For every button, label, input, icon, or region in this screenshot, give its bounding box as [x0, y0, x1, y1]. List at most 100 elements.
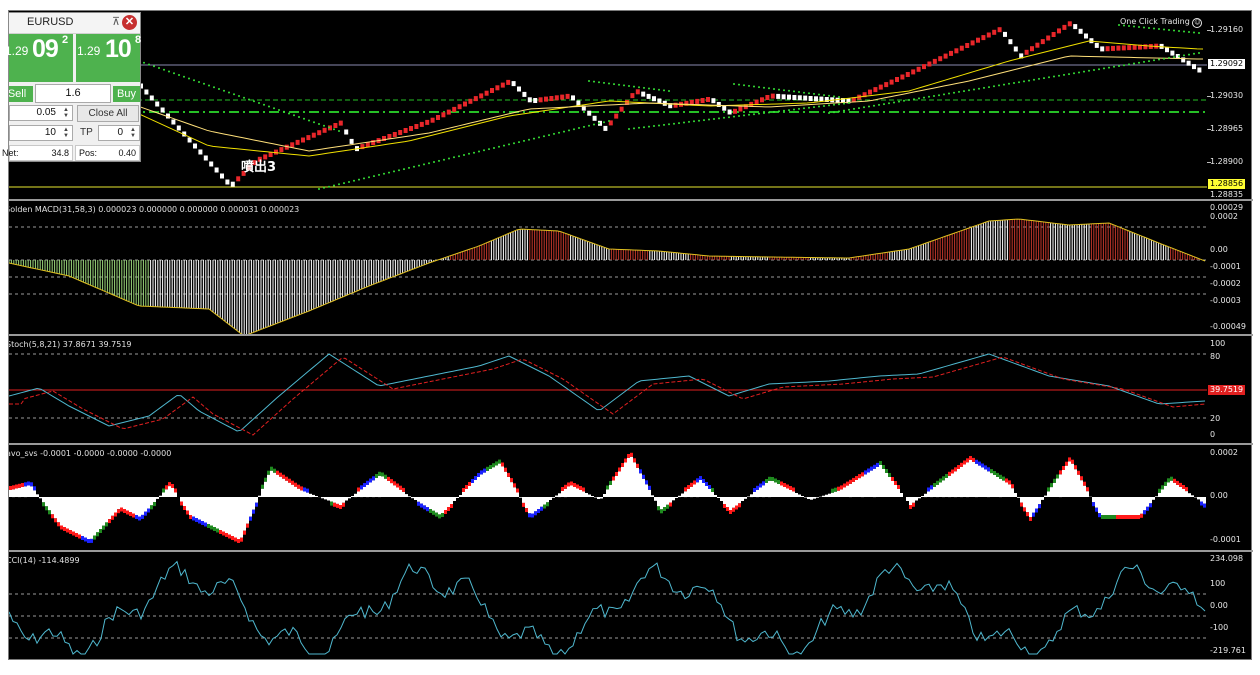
spin-arrows-icon[interactable]: ▲ ▼: [128, 127, 138, 139]
svs-bar: [609, 485, 612, 497]
buy-price-button[interactable]: 1.29 10 8: [76, 34, 141, 82]
trend-dot: [568, 129, 570, 132]
close-all-button[interactable]: Close All: [77, 105, 139, 122]
svs-cap: [957, 465, 960, 469]
svs-cap: [441, 513, 444, 517]
trade-panel-header[interactable]: EURUSD ⊼ ✕: [9, 13, 140, 34]
chart-annotation: 噴出3: [241, 160, 277, 175]
renko-brick: [544, 96, 548, 102]
renko-brick: [986, 32, 991, 38]
svs-cap: [777, 480, 780, 484]
trend-dot: [843, 109, 845, 112]
close-icon[interactable]: ✕: [122, 15, 137, 30]
svs-bar: [300, 490, 303, 497]
trend-dot: [453, 156, 455, 159]
svs-cap: [174, 488, 177, 493]
svs-cap: [930, 485, 933, 490]
svs-cap: [1086, 487, 1089, 492]
one-click-trading-label[interactable]: One Click Trading ☺: [1120, 17, 1203, 28]
trend-dot: [223, 89, 225, 92]
renko-brick: [338, 120, 343, 126]
trend-dot: [683, 121, 685, 124]
svs-bar: [510, 482, 513, 497]
renko-brick: [571, 95, 575, 101]
renko-brick: [1170, 50, 1175, 56]
chart-window[interactable]: One Click Trading ☺ 噴出3 1.29160 1.29030 …: [8, 10, 1253, 660]
svs-bar: [33, 490, 36, 497]
sell-price-button[interactable]: 1.29 09 2: [5, 34, 73, 82]
svs-cap: [96, 532, 99, 537]
svs-cap: [1122, 515, 1125, 519]
main-price-axis[interactable]: 1.29160 1.29030 1.28965 1.28900 1.28835 …: [1207, 11, 1252, 199]
lot-size-input[interactable]: 1.6: [35, 84, 111, 103]
svs-cap: [636, 463, 639, 468]
svs-cap: [372, 476, 375, 481]
spin-arrows-icon[interactable]: ▲ ▼: [61, 107, 71, 119]
svs-bar: [366, 484, 369, 498]
sell-button[interactable]: Sell: [9, 86, 33, 102]
cci-pane[interactable]: CCI(14) -114.4899: [9, 552, 1207, 659]
price-label: 1.28835: [1210, 190, 1244, 199]
main-price-pane[interactable]: One Click Trading ☺ 噴出3: [9, 11, 1207, 199]
sl-input[interactable]: 10 ▲ ▼: [9, 125, 73, 141]
svs-bar: [249, 497, 252, 517]
svs-bar: [960, 466, 963, 498]
svs-cap: [195, 518, 198, 522]
macd-label: 0.00: [1210, 245, 1228, 254]
svs-cap: [126, 510, 129, 515]
trend-dot: [863, 106, 865, 109]
trend-dot: [1043, 77, 1045, 80]
svs-cap: [909, 505, 912, 509]
svs-bar: [105, 497, 108, 523]
trend-dot: [993, 85, 995, 88]
trend-dot: [798, 91, 800, 93]
trend-dot: [823, 105, 825, 107]
trend-dot: [798, 107, 800, 110]
spin-arrows-icon[interactable]: ▲ ▼: [61, 127, 71, 139]
svs-bar: [447, 497, 450, 507]
svs-bar: [525, 497, 528, 509]
svs-pane[interactable]: avo_svs -0.0001 -0.0000 -0.0000 -0.0000: [9, 445, 1207, 550]
svs-cap: [1104, 515, 1107, 519]
svs-cap: [1134, 515, 1137, 519]
tp-input[interactable]: 0 ▲ ▼: [98, 125, 140, 141]
svs-cap: [246, 523, 249, 528]
renko-brick: [214, 167, 219, 173]
pin-icon[interactable]: ⊼: [112, 15, 120, 28]
trend-dot: [818, 105, 820, 108]
renko-brick: [738, 106, 743, 112]
svs-bar: [1050, 487, 1053, 497]
trend-dot: [228, 91, 230, 94]
trend-dot: [1013, 82, 1015, 84]
trend-dot: [603, 121, 605, 124]
stoch-pane[interactable]: Stoch(5,8,21) 37.8671 39.7519: [9, 336, 1207, 443]
svs-cap: [168, 482, 171, 487]
svs-bar: [273, 472, 276, 497]
trend-dot: [308, 119, 310, 122]
svs-bar: [1125, 497, 1128, 515]
step-input[interactable]: 0.05 ▲ ▼: [9, 105, 73, 121]
buy-button[interactable]: Buy: [113, 86, 140, 102]
one-click-trade-panel[interactable]: EURUSD ⊼ ✕ 1.29 09 2 1.29 10 8 Sell 1.6 …: [2, 12, 141, 162]
svs-bar: [165, 489, 168, 497]
svs-cap: [780, 481, 783, 486]
renko-brick: [878, 84, 883, 90]
renko-brick: [511, 81, 516, 87]
svs-cap: [987, 467, 990, 472]
svs-bar: [426, 497, 429, 508]
svs-bar: [1035, 497, 1038, 509]
renko-brick: [814, 96, 818, 102]
macd-pane[interactable]: Golden MACD(31,58,3) 0.000023 0.000000 0…: [9, 201, 1207, 334]
svs-bar: [813, 497, 816, 499]
trend-dot: [1088, 69, 1090, 72]
svs-bar: [558, 493, 561, 498]
svs-cap: [483, 468, 486, 473]
svs-bar: [144, 497, 147, 512]
svs-cap: [180, 501, 183, 506]
renko-brick: [1062, 24, 1067, 30]
renko-brick: [695, 98, 700, 104]
trend-dot: [768, 87, 770, 90]
svs-bar: [387, 480, 390, 497]
svs-cap: [366, 480, 369, 485]
svs-bar: [1092, 497, 1095, 503]
